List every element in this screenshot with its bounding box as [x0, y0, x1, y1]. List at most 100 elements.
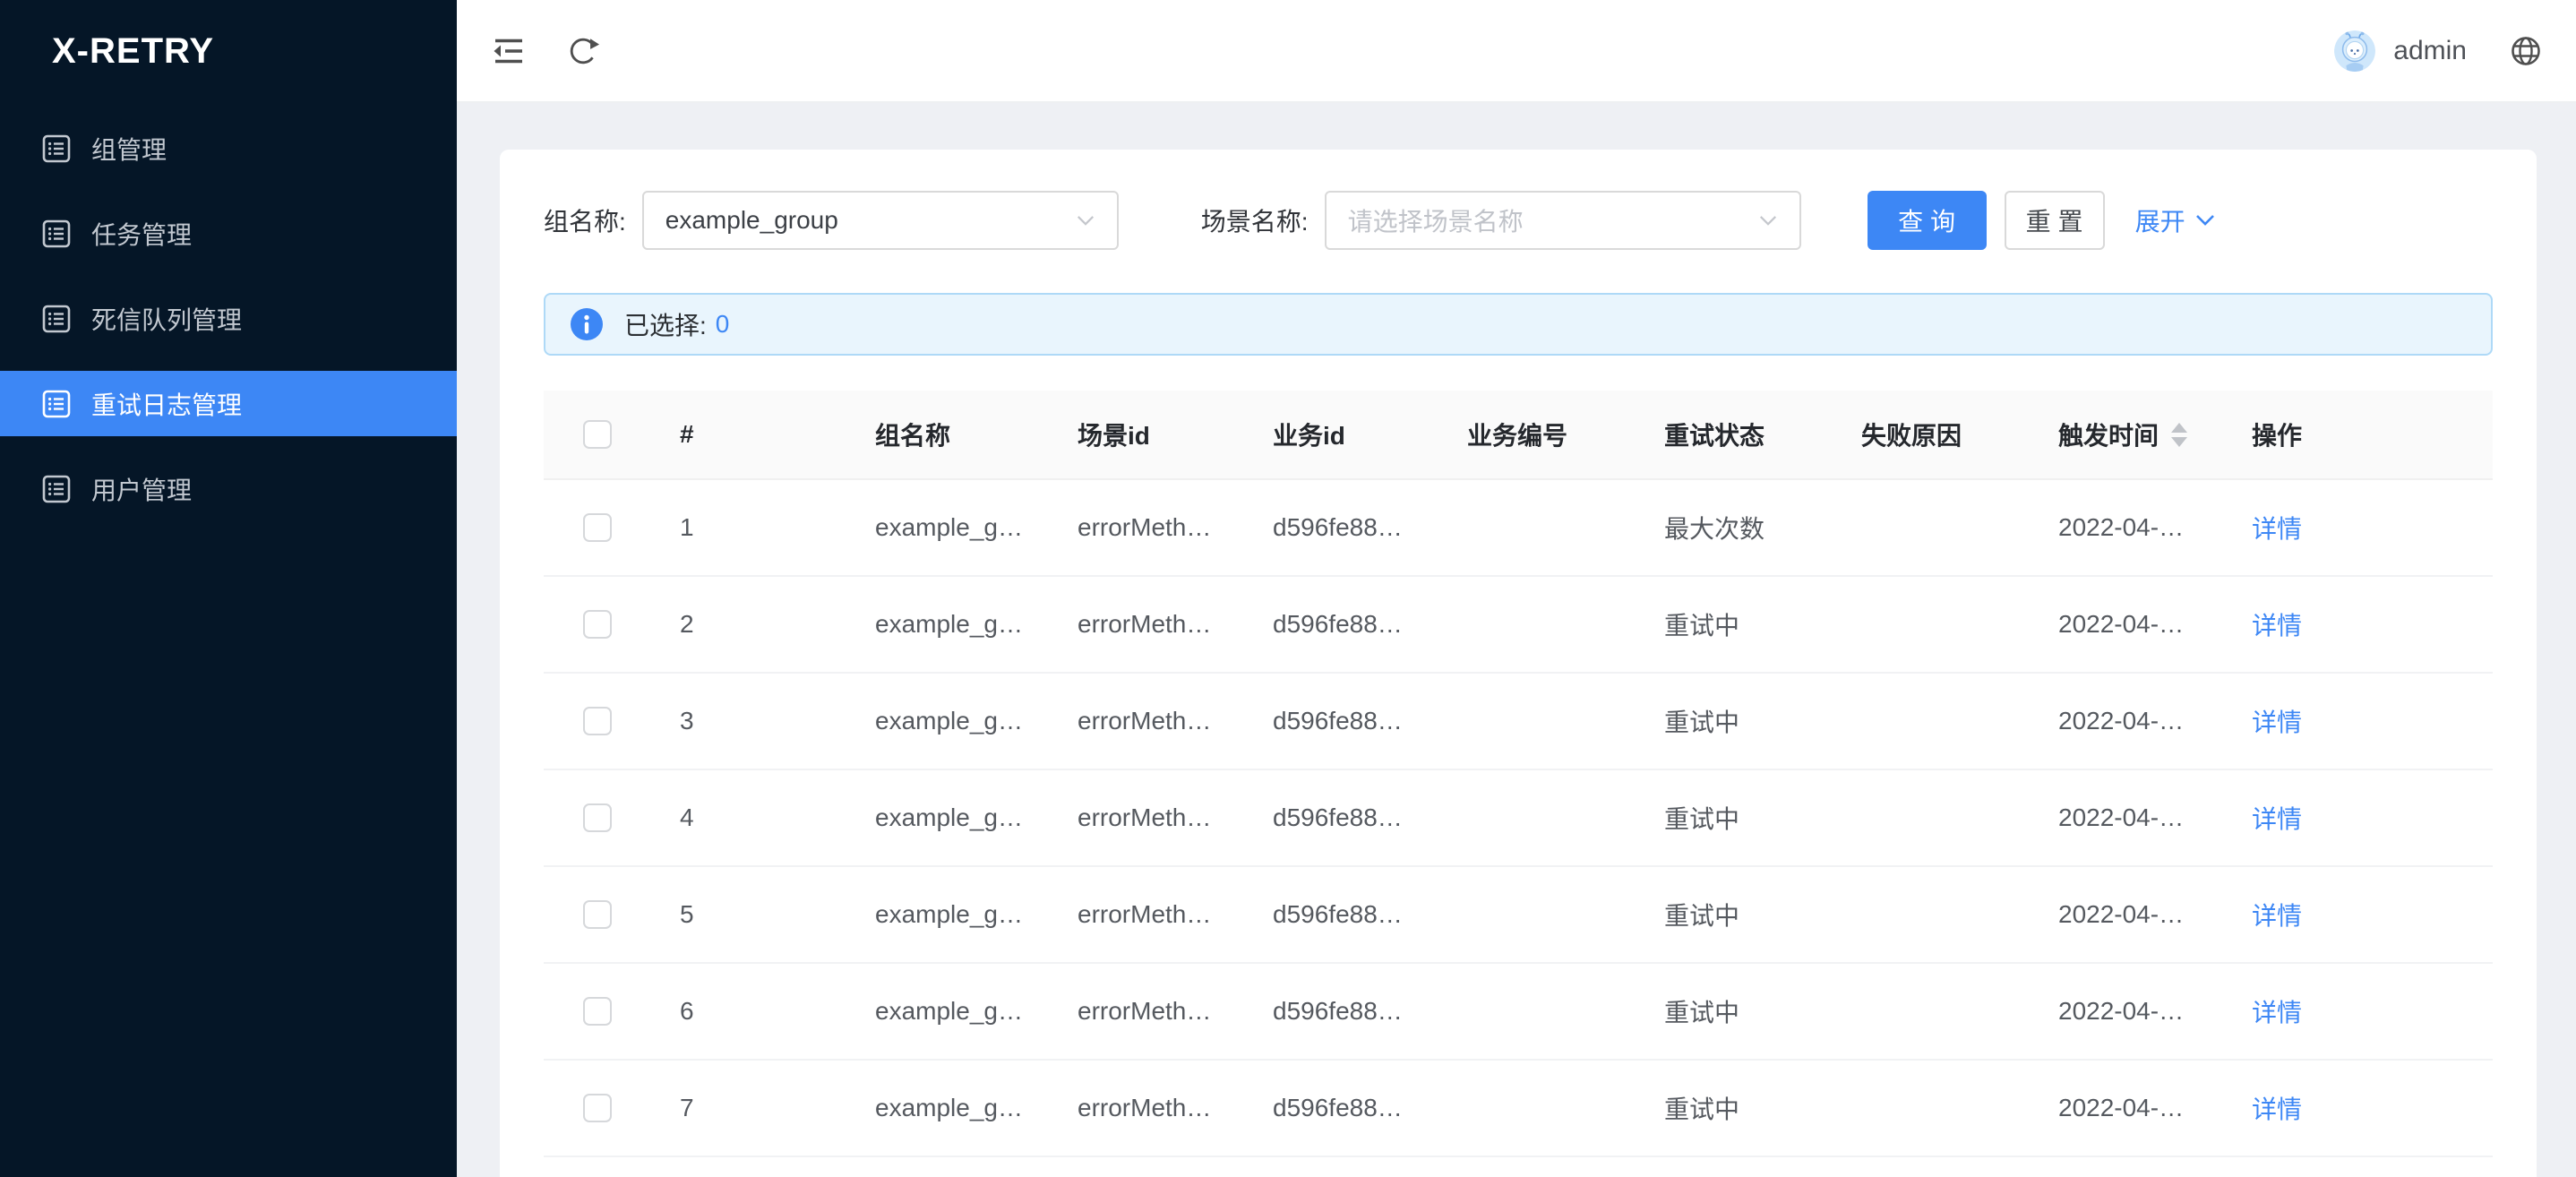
- cell-scene-id: errorMeth…: [1049, 867, 1244, 962]
- cell-biz-id: d596fe88…: [1244, 577, 1438, 672]
- sidebar-item-label: 重试日志管理: [91, 386, 242, 422]
- reset-button[interactable]: 重 置: [2005, 191, 2105, 250]
- cell-actions: 详情: [2223, 577, 2493, 672]
- detail-link[interactable]: 详情: [2252, 800, 2302, 836]
- cell-fail-reason: [1833, 674, 2030, 769]
- expand-toggle[interactable]: 展开: [2135, 202, 2216, 238]
- cell-index: 4: [651, 770, 846, 865]
- cell-trigger-time: 2022-04-…: [2030, 964, 2223, 1059]
- row-checkbox[interactable]: [583, 900, 612, 929]
- cell-retry-status: 重试中: [1636, 867, 1833, 962]
- table-row: 5example_g…errorMeth…d596fe88…重试中2022-04…: [544, 867, 2493, 964]
- row-checkbox[interactable]: [583, 707, 612, 735]
- cell-scene-id: errorMeth…: [1049, 577, 1244, 672]
- cell-scene-id: errorMeth…: [1049, 964, 1244, 1059]
- info-icon: [571, 308, 603, 340]
- row-checkbox[interactable]: [583, 997, 612, 1026]
- avatar[interactable]: [2334, 30, 2375, 72]
- sidebar-item-retry-log[interactable]: 重试日志管理: [0, 371, 457, 436]
- group-name-select[interactable]: example_group: [642, 191, 1119, 250]
- selection-count: 0: [716, 310, 730, 339]
- sidebar-item-label: 用户管理: [91, 471, 192, 507]
- sidebar-item-dead-letter-queue[interactable]: 死信队列管理: [0, 286, 457, 351]
- table-row: 3example_g…errorMeth…d596fe88…重试中2022-04…: [544, 674, 2493, 770]
- sort-icons[interactable]: [2171, 423, 2187, 447]
- cell-group-name: example_g…: [846, 577, 1049, 672]
- cell-scene-id: errorMeth…: [1049, 770, 1244, 865]
- cell-biz-no: [1438, 770, 1636, 865]
- row-checkbox[interactable]: [583, 803, 612, 832]
- row-checkbox-cell: [544, 577, 651, 672]
- cell-trigger-time: 2022-04-…: [2030, 577, 2223, 672]
- cell-fail-reason: [1833, 964, 2030, 1059]
- sidebar-item-task-management[interactable]: 任务管理: [0, 201, 457, 266]
- app-logo: X-RETRY: [0, 0, 457, 103]
- cell-retry-status: 重试中: [1636, 1061, 1833, 1156]
- list-icon: [41, 389, 72, 419]
- list-icon: [41, 219, 72, 249]
- list-icon: [41, 474, 72, 504]
- cell-group-name: example_g…: [846, 480, 1049, 575]
- sidebar-item-label: 组管理: [91, 131, 167, 167]
- cell-retry-status: 重试中: [1636, 577, 1833, 672]
- row-checkbox[interactable]: [583, 513, 612, 542]
- group-name-select-value: example_group: [665, 206, 1076, 235]
- select-all-checkbox[interactable]: [583, 420, 612, 449]
- sidebar-item-user-management[interactable]: 用户管理: [0, 456, 457, 521]
- detail-link[interactable]: 详情: [2252, 703, 2302, 739]
- cell-scene-id: errorMeth…: [1049, 1061, 1244, 1156]
- selection-alert-text: 已选择:: [624, 306, 707, 342]
- menu-fold-icon[interactable]: [491, 33, 527, 69]
- cell-trigger-time: 2022-04-…: [2030, 867, 2223, 962]
- column-header-biz-no: 业务编号: [1438, 391, 1636, 478]
- caret-down-icon: [2171, 437, 2187, 447]
- scene-name-label: 场景名称:: [1201, 202, 1309, 238]
- detail-link[interactable]: 详情: [2252, 993, 2302, 1029]
- globe-icon[interactable]: [2510, 35, 2542, 67]
- group-name-label: 组名称:: [544, 202, 626, 238]
- row-checkbox[interactable]: [583, 610, 612, 639]
- cell-biz-id: d596fe88…: [1244, 770, 1438, 865]
- row-checkbox-cell: [544, 964, 651, 1059]
- cell-trigger-time: 2022-04-…: [2030, 674, 2223, 769]
- cell-actions: 详情: [2223, 480, 2493, 575]
- cell-biz-no: [1438, 577, 1636, 672]
- row-checkbox[interactable]: [583, 1094, 612, 1122]
- column-header-trigger-time[interactable]: 触发时间: [2030, 391, 2223, 478]
- chevron-down-icon: [1758, 214, 1778, 228]
- select-all-cell: [544, 391, 651, 478]
- cell-group-name: example_g…: [846, 964, 1049, 1059]
- cell-group-name: example_g…: [846, 867, 1049, 962]
- reload-icon[interactable]: [566, 34, 600, 68]
- table-row: 2example_g…errorMeth…d596fe88… 重试中 2022-04…: [544, 577, 2493, 674]
- cell-actions: 详情: [2223, 867, 2493, 962]
- detail-link[interactable]: 详情: [2252, 897, 2302, 932]
- cell-biz-no: [1438, 1061, 1636, 1156]
- cell-biz-no: [1438, 480, 1636, 575]
- chevron-down-icon: [1076, 214, 1095, 228]
- cell-index: 1: [651, 480, 846, 575]
- cell-trigger-time: 2022-04-…: [2030, 480, 2223, 575]
- expand-label: 展开: [2135, 202, 2185, 238]
- cell-fail-reason: [1833, 1061, 2030, 1156]
- sidebar-menu: 组管理 任务管理 死信队列管理 重试日志管理 用户管理: [0, 116, 457, 521]
- cell-biz-id: d596fe88…: [1244, 480, 1438, 575]
- scene-name-select[interactable]: 请选择场景名称: [1325, 191, 1801, 250]
- detail-link[interactable]: 详情: [2252, 510, 2302, 546]
- search-button[interactable]: 查 询: [1868, 191, 1987, 250]
- row-checkbox-cell: [544, 867, 651, 962]
- cell-actions: 详情: [2223, 1061, 2493, 1156]
- detail-link[interactable]: 详情: [2252, 1090, 2302, 1126]
- detail-link[interactable]: 详情: [2252, 606, 2302, 642]
- cell-biz-no: [1438, 674, 1636, 769]
- table-row: 4example_g…errorMeth…d596fe88…重试中2022-04…: [544, 770, 2493, 867]
- cell-trigger-time: 2022-04-…: [2030, 1061, 2223, 1156]
- table-header-row: # 组名称 场景id 业务id 业务编号 重试状态 失败原因 触发时间 操作: [544, 391, 2493, 480]
- cell-fail-reason: [1833, 480, 2030, 575]
- cell-scene-id: errorMeth…: [1049, 674, 1244, 769]
- sidebar: X-RETRY 组管理 任务管理 死信队列管理 重试日志管理: [0, 0, 457, 1177]
- sidebar-item-group-management[interactable]: 组管理: [0, 116, 457, 181]
- cell-index: 2: [651, 577, 846, 672]
- content-card: 组名称: example_group 场景名称: 请选择场景名称 查 询 重 置…: [500, 150, 2537, 1177]
- username: admin: [2393, 36, 2467, 66]
